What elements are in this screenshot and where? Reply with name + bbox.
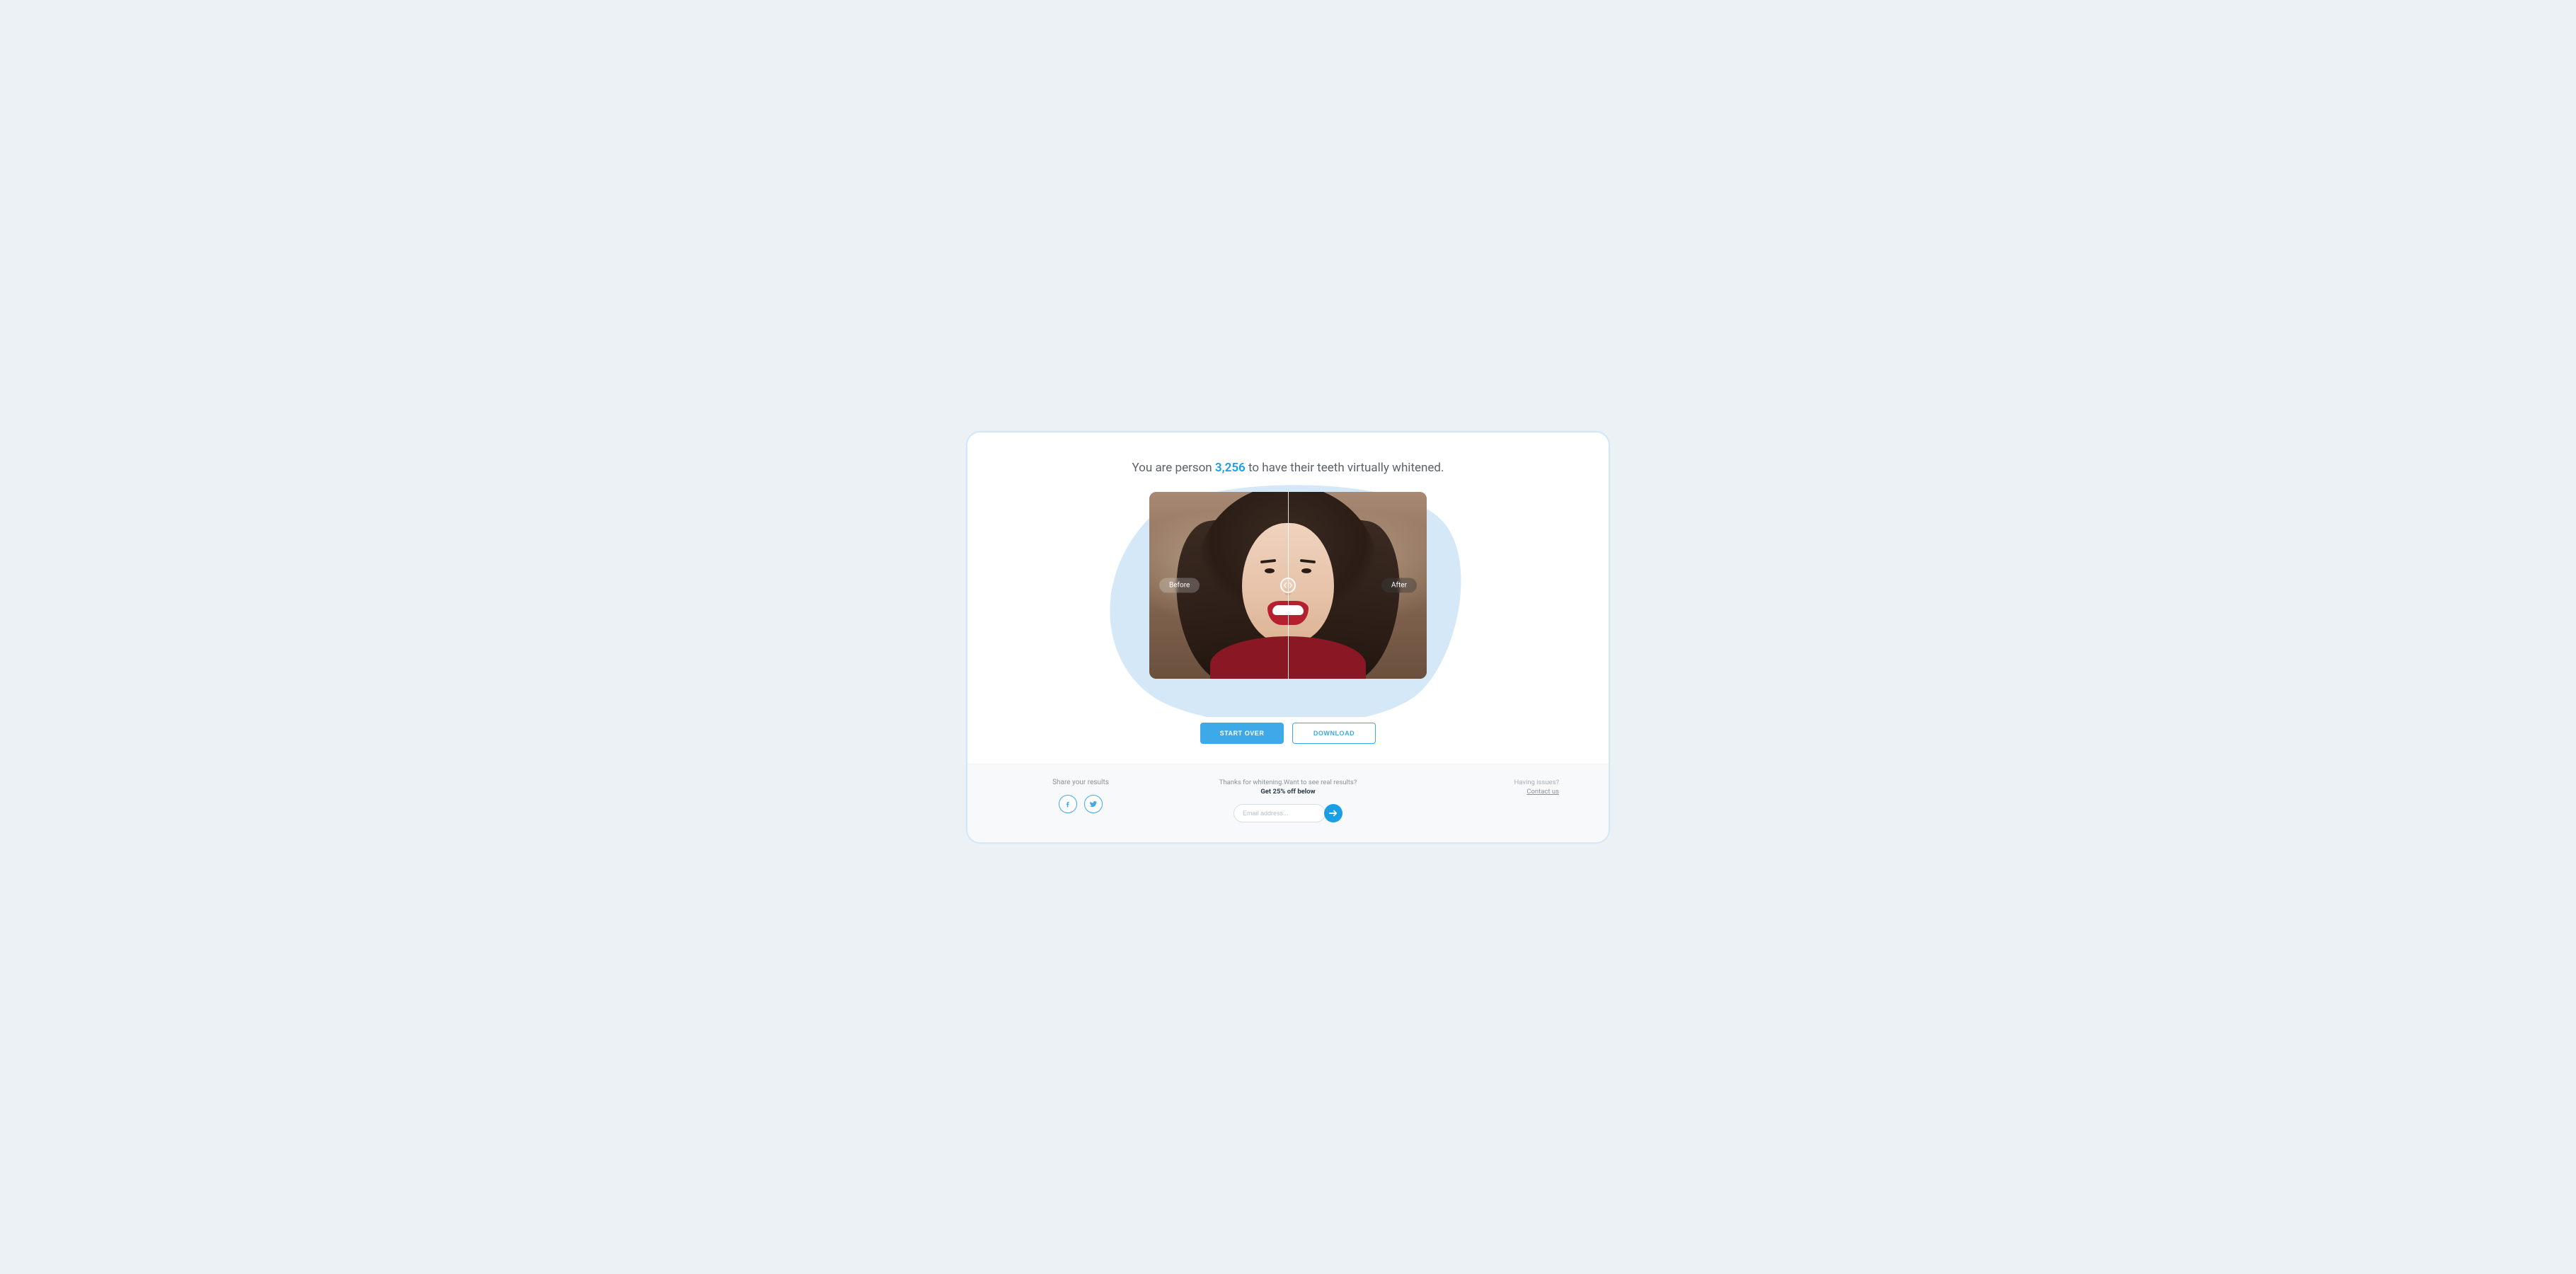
arrows-horizontal-icon [1284,582,1292,589]
email-row [1144,804,1432,822]
headline: You are person 3,256 to have their teeth… [996,461,1580,475]
compare-photo[interactable]: Before After [1149,492,1427,679]
action-row: START OVER DOWNLOAD [996,723,1580,744]
results-card: You are person 3,256 to have their teeth… [966,431,1610,844]
compare-wrap: Before After [1125,492,1451,704]
download-button[interactable]: DOWNLOAD [1292,723,1376,744]
email-pill [1234,804,1326,822]
email-input[interactable] [1243,810,1323,817]
share-twitter-button[interactable] [1084,795,1103,813]
issues-column: Having issues? Contact us [1432,779,1559,796]
compare-slider-handle[interactable] [1280,578,1296,593]
start-over-button[interactable]: START OVER [1200,723,1284,744]
after-label: After [1381,578,1417,592]
promo-line2: Get 25% off below [1144,788,1432,796]
before-label: Before [1159,578,1200,592]
twitter-icon [1089,800,1098,808]
share-title: Share your results [1017,779,1144,786]
share-column: Share your results [1017,779,1144,813]
footer: Share your results Thanks for whitening.… [967,764,1609,842]
headline-suffix: to have their teeth virtually whitened. [1246,461,1444,475]
share-icons [1017,795,1144,813]
promo-column: Thanks for whitening.Want to see real re… [1144,779,1432,822]
email-submit-button[interactable] [1324,804,1342,822]
arrow-right-icon [1329,810,1338,817]
facebook-icon [1064,800,1072,808]
top-section: You are person 3,256 to have their teeth… [967,432,1609,764]
contact-us-link[interactable]: Contact us [1526,788,1559,796]
share-facebook-button[interactable] [1059,795,1077,813]
promo-line1: Thanks for whitening.Want to see real re… [1144,779,1432,786]
headline-count: 3,256 [1215,461,1246,475]
headline-prefix: You are person [1132,461,1214,475]
issues-title: Having issues? [1432,779,1559,786]
